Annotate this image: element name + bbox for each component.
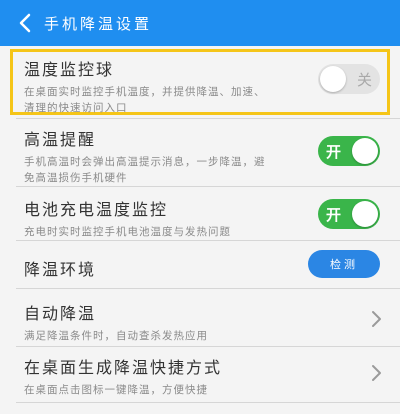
divider: [16, 288, 400, 289]
setting-title: 在桌面生成降温快捷方式: [24, 358, 223, 377]
temperature-ball-toggle[interactable]: 关: [318, 64, 380, 94]
description-line-2: 免高温损伤手机硬件: [24, 172, 128, 184]
toggle-knob: [352, 201, 378, 227]
toggle-label: 关: [356, 71, 372, 89]
divider: [16, 240, 400, 241]
description-line-1: 满足降温条件时，自动查杀发热应用: [24, 330, 208, 342]
toggle-label: 开: [326, 206, 342, 224]
setting-description: 满足降温条件时，自动查杀发热应用: [24, 328, 382, 344]
divider: [16, 346, 400, 347]
detect-button[interactable]: 检测: [308, 250, 380, 278]
setting-description: 在桌面点击图标一键降温，方便快捷: [24, 382, 382, 398]
setting-title: 自动降温: [24, 304, 97, 323]
divider: [16, 402, 400, 403]
description-line-1: 在桌面点击图标一键降温，方便快捷: [24, 384, 208, 396]
description-line-2: 清理的快速访问入口: [24, 102, 128, 114]
app-header: 手机降温设置: [0, 0, 400, 46]
settings-list: 温度监控球 在桌面实时监控手机温度，并提供降温、加速、 清理的快速访问入口 关 …: [0, 46, 400, 414]
charging-temp-toggle[interactable]: 开: [318, 199, 380, 229]
chevron-right-icon[interactable]: [370, 364, 382, 382]
back-button[interactable]: [8, 0, 42, 46]
chevron-left-icon: [19, 13, 31, 33]
high-temp-alert-toggle[interactable]: 开: [318, 136, 380, 166]
toggle-knob: [352, 138, 378, 164]
chevron-right-icon[interactable]: [370, 310, 382, 328]
divider: [16, 186, 400, 187]
toggle-label: 开: [326, 143, 342, 161]
page-title: 手机降温设置: [44, 14, 153, 33]
setting-desktop-shortcut[interactable]: 在桌面生成降温快捷方式 在桌面点击图标一键降温，方便快捷: [0, 354, 400, 398]
divider: [16, 118, 400, 119]
toggle-knob: [320, 66, 346, 92]
setting-auto-cooling[interactable]: 自动降温 满足降温条件时，自动查杀发热应用: [0, 300, 400, 344]
